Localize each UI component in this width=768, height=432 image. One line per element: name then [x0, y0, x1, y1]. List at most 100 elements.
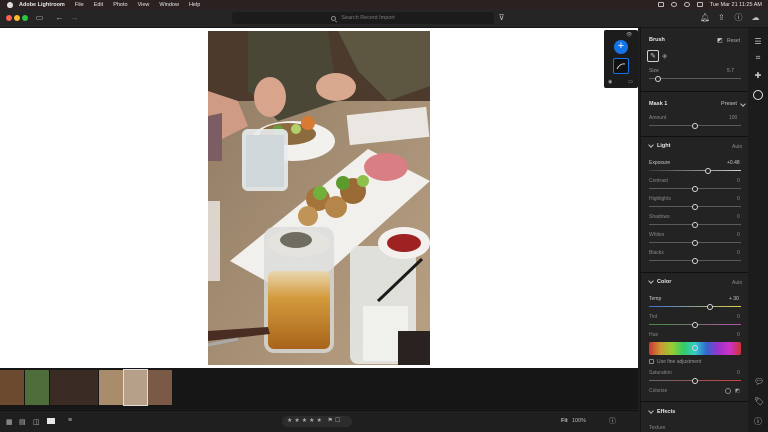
exposure-value[interactable]: +0.48	[727, 160, 740, 166]
control-center-icon[interactable]	[696, 2, 703, 7]
info-icon[interactable]: ⓘ	[754, 418, 762, 426]
menubar-clock[interactable]: Tue Mar 21 11:25 AM	[710, 2, 762, 8]
whites-slider[interactable]	[649, 239, 741, 246]
blacks-slider-knob[interactable]	[692, 257, 698, 264]
shadows-slider[interactable]	[649, 221, 741, 228]
mask-name[interactable]: Mask 1	[649, 101, 667, 107]
size-value[interactable]: 5.7	[727, 68, 734, 74]
filter-icon[interactable]: ⊽	[497, 14, 506, 22]
square-grid-icon[interactable]: ▦	[6, 418, 13, 426]
menu-help[interactable]: Help	[189, 2, 200, 8]
brush-tool-icon[interactable]: ✎	[647, 50, 659, 62]
highlights-slider[interactable]	[649, 203, 741, 210]
sort-icon[interactable]: ≡	[68, 417, 72, 424]
size-slider[interactable]	[649, 75, 741, 82]
tint-slider-knob[interactable]	[692, 321, 698, 328]
contrast-slider[interactable]	[649, 185, 741, 192]
hue-slider-knob[interactable]	[692, 345, 698, 351]
erase-brush-icon[interactable]: ◩	[717, 37, 723, 44]
chat-icon[interactable]: 💬︎	[754, 378, 764, 386]
contrast-slider-knob[interactable]	[692, 185, 698, 192]
tint-value[interactable]: 0	[737, 314, 740, 320]
menu-photo[interactable]: Photo	[113, 2, 127, 8]
menu-edit[interactable]: Edit	[94, 2, 103, 8]
tint-slider[interactable]	[649, 321, 741, 328]
healing-icon[interactable]: ✚	[754, 72, 762, 80]
highlights-slider-knob[interactable]	[692, 203, 698, 210]
edit-sliders-icon[interactable]: ☰	[754, 38, 762, 46]
search-input[interactable]: Search Recent Import	[232, 12, 494, 24]
forward-arrow-icon[interactable]: →	[70, 14, 79, 22]
detail-view-icon[interactable]	[47, 418, 55, 424]
color-section-title[interactable]: Color	[657, 279, 671, 285]
filmstrip-thumbnail[interactable]	[99, 370, 123, 405]
amount-slider-knob[interactable]	[692, 122, 698, 129]
menu-window[interactable]: Window	[159, 2, 179, 8]
tag-icon[interactable]: 🏷︎	[754, 398, 764, 406]
filmstrip-thumbnail[interactable]	[50, 370, 98, 405]
filmstrip-thumbnail[interactable]	[148, 370, 172, 405]
highlights-value[interactable]: 0	[737, 196, 740, 202]
colorize-toggle-icon[interactable]: ◩	[735, 388, 740, 394]
compare-view-icon[interactable]: ◫	[33, 418, 40, 426]
add-mask-button[interactable]: +	[614, 40, 628, 54]
mask-options-icon[interactable]: ▭	[628, 79, 633, 85]
crop-icon[interactable]: ⌗	[754, 54, 762, 62]
apple-logo-icon[interactable]	[7, 1, 13, 8]
photo-grid-icon[interactable]: ▤	[19, 418, 26, 426]
exposure-slider[interactable]	[649, 167, 741, 174]
zoom-window-button[interactable]	[22, 15, 28, 21]
menu-app-name[interactable]: Adobe Lightroom	[19, 2, 65, 8]
amount-value[interactable]: 100	[729, 115, 737, 121]
filmstrip-thumbnail[interactable]	[0, 370, 24, 405]
temp-slider[interactable]	[649, 303, 741, 310]
filmstrip-thumbnail-selected[interactable]	[123, 369, 148, 406]
zoom-level[interactable]: 100%	[572, 418, 586, 424]
chevron-down-icon[interactable]	[648, 278, 654, 284]
colorize-swatch[interactable]	[725, 388, 731, 394]
chevron-down-icon[interactable]	[648, 142, 654, 148]
sidebar-toggle-icon[interactable]: ▭	[35, 14, 44, 22]
saturation-slider[interactable]	[649, 377, 741, 384]
hue-slider[interactable]	[649, 342, 741, 355]
visibility-eye-icon[interactable]: 👁︎	[626, 32, 632, 38]
chevron-down-icon[interactable]	[648, 408, 654, 414]
exposure-slider-knob[interactable]	[704, 167, 711, 174]
share-icon[interactable]: ⇪	[717, 14, 726, 22]
light-section-title[interactable]: Light	[657, 143, 670, 149]
whites-value[interactable]: 0	[737, 232, 740, 238]
cloud-sync-icon[interactable]: ☁	[751, 14, 760, 22]
fit-zoom-label[interactable]: Fit	[561, 418, 568, 424]
minimize-window-button[interactable]	[14, 15, 20, 21]
whites-slider-knob[interactable]	[692, 239, 698, 246]
blacks-slider[interactable]	[649, 257, 741, 264]
filmstrip-thumbnail[interactable]	[25, 370, 49, 405]
back-arrow-icon[interactable]: ←	[55, 14, 64, 22]
saturation-slider-knob[interactable]	[692, 377, 698, 384]
help-icon[interactable]: ⓘ	[734, 14, 743, 22]
battery-icon[interactable]	[657, 2, 664, 7]
eraser-tool-icon[interactable]: ◈	[662, 52, 667, 60]
overlay-toggle-icon[interactable]: ◉	[608, 79, 612, 85]
temp-value[interactable]: + 30	[729, 296, 739, 302]
shadows-slider-knob[interactable]	[692, 221, 698, 228]
size-slider-knob[interactable]	[655, 75, 662, 82]
mask-1-thumbnail[interactable]	[613, 58, 629, 74]
shadows-value[interactable]: 0	[737, 214, 740, 220]
wifi-icon[interactable]	[670, 2, 677, 7]
info-icon[interactable]: ⓘ	[609, 416, 616, 426]
contrast-value[interactable]: 0	[737, 178, 740, 184]
menu-view[interactable]: View	[138, 2, 150, 8]
menu-file[interactable]: File	[75, 2, 84, 8]
masking-icon[interactable]	[753, 90, 763, 100]
temp-slider-knob[interactable]	[706, 303, 713, 310]
fine-adjust-checkbox[interactable]	[649, 359, 654, 364]
blacks-value[interactable]: 0	[737, 250, 740, 256]
saturation-value[interactable]: 0	[737, 370, 740, 376]
star-rating[interactable]: ★★★★★ ⚑☐	[282, 416, 352, 427]
hue-value[interactable]: 0	[737, 332, 740, 338]
effects-section-title[interactable]: Effects	[657, 409, 675, 415]
preset-dropdown[interactable]: Preset	[721, 101, 737, 107]
close-window-button[interactable]	[6, 15, 12, 21]
notifications-bell-icon[interactable]: 🔔︎	[700, 14, 710, 22]
